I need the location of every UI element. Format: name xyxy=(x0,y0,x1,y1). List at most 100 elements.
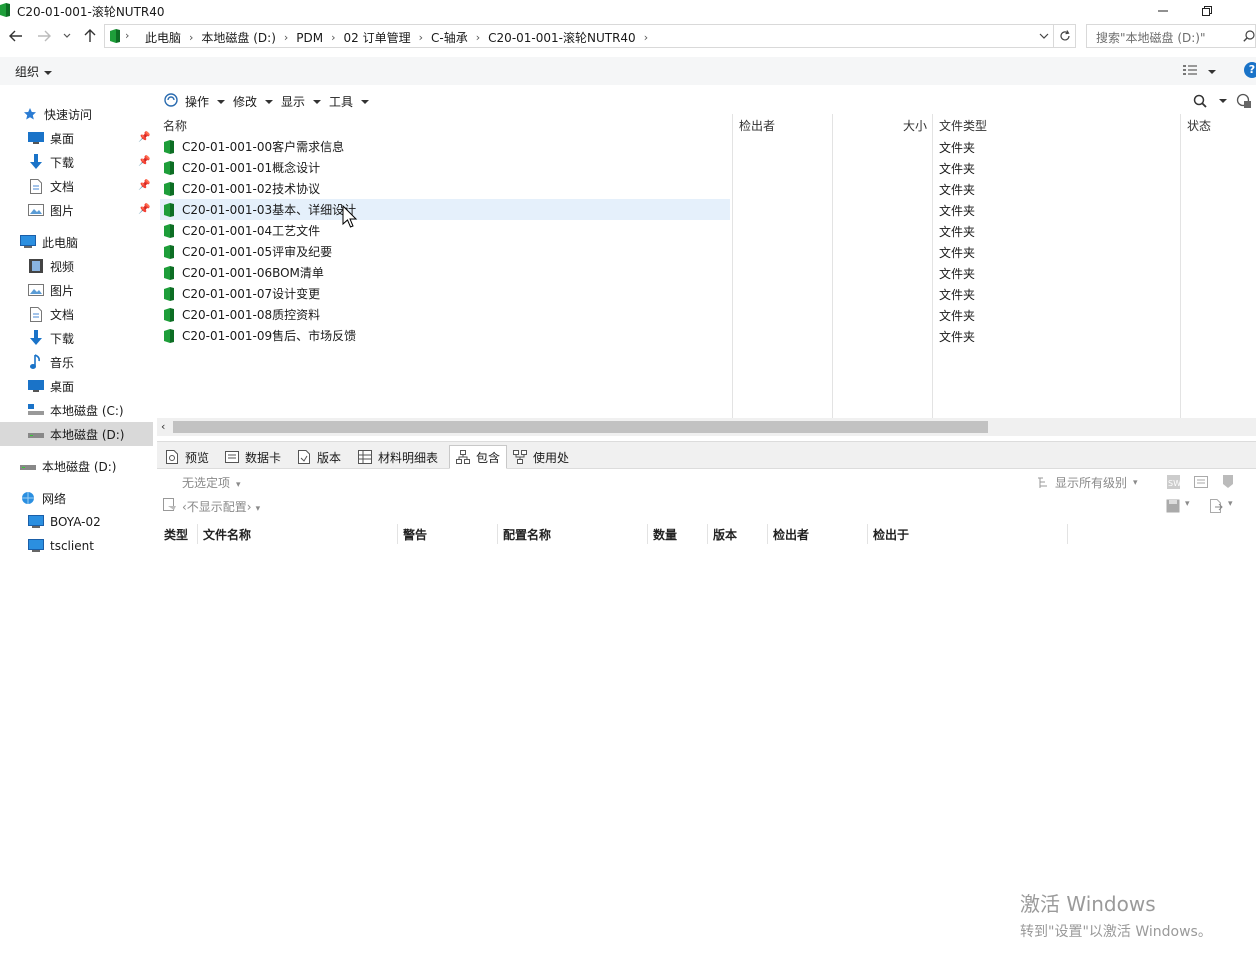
sidebar-item-documents[interactable]: 文档 xyxy=(28,302,74,326)
organize-menu[interactable]: 组织 xyxy=(15,63,53,80)
address-dropdown-button[interactable] xyxy=(1039,33,1049,39)
export-icon[interactable] xyxy=(1209,499,1223,513)
tab-where-used[interactable]: 使用处 xyxy=(507,445,575,469)
column-header-warning[interactable]: 警告 xyxy=(403,526,427,543)
sidebar-item-boya-02[interactable]: BOYA-02 xyxy=(28,510,101,534)
column-header-configuration[interactable]: 配置名称 xyxy=(503,526,551,543)
column-divider[interactable] xyxy=(197,524,198,544)
file-row[interactable]: C20-01-001-08质控资料 xyxy=(160,304,730,325)
pdm-refresh-icon[interactable] xyxy=(164,93,178,107)
column-divider[interactable] xyxy=(867,524,868,544)
menu-display[interactable]: 显示 xyxy=(281,93,322,110)
file-row[interactable]: C20-01-001-06BOM清单 xyxy=(160,262,730,283)
file-row[interactable]: C20-01-001-07设计变更 xyxy=(160,283,730,304)
view-options-button[interactable] xyxy=(1183,64,1201,76)
menu-modify[interactable]: 修改 xyxy=(233,93,274,110)
breadcrumb-item[interactable]: C-轴承 xyxy=(431,29,468,46)
bookmark-icon[interactable] xyxy=(1222,474,1234,490)
sidebar-item-drive-d-root[interactable]: 本地磁盘 (D:) xyxy=(20,454,116,478)
sidebar-item-pictures[interactable]: 图片 xyxy=(28,198,74,222)
sidebar-item-tsclient[interactable]: tsclient xyxy=(28,534,94,558)
column-divider[interactable] xyxy=(932,114,933,418)
restore-button[interactable] xyxy=(1184,0,1230,22)
column-header-file-name[interactable]: 文件名称 xyxy=(203,526,251,543)
configuration-dropdown[interactable]: ‹不显示配置› ▾ xyxy=(182,498,260,515)
selection-dropdown[interactable]: 无选定项 ▾ xyxy=(182,474,241,491)
sidebar-item-drive-d[interactable]: 本地磁盘 (D:) xyxy=(0,422,153,446)
column-divider[interactable] xyxy=(1180,114,1181,418)
sidebar-item-quick-access[interactable]: 快速访问 xyxy=(22,102,92,126)
pin-icon[interactable]: 📌 xyxy=(138,132,150,143)
search-input[interactable]: 搜索"本地磁盘 (D:)" xyxy=(1086,24,1256,48)
sidebar-item-desktop[interactable]: 桌面 xyxy=(28,374,74,398)
column-header-type[interactable]: 类型 xyxy=(164,526,188,543)
navigation-pane[interactable]: 快速访问 桌面 📌 下载 📌 文档 📌 图片 📌 此电脑 视频 图片 文档 下载 xyxy=(0,90,155,966)
file-row[interactable]: C20-01-001-04工艺文件 xyxy=(160,220,730,241)
forward-button[interactable] xyxy=(35,27,53,45)
caret-down-icon[interactable]: ▾ xyxy=(1185,499,1190,509)
pin-icon[interactable]: 📌 xyxy=(138,204,150,215)
column-divider[interactable] xyxy=(767,524,768,544)
menu-operation[interactable]: 操作 xyxy=(185,93,226,110)
column-header-state[interactable]: 状态 xyxy=(1187,117,1211,134)
sidebar-item-pictures[interactable]: 图片 xyxy=(28,278,74,302)
sidebar-item-downloads[interactable]: 下载 xyxy=(28,326,74,350)
file-row[interactable]: C20-01-001-09售后、市场反馈 xyxy=(160,325,730,346)
column-divider[interactable] xyxy=(732,114,733,418)
column-divider[interactable] xyxy=(1067,524,1068,544)
tab-data-card[interactable]: 数据卡 xyxy=(219,445,287,469)
breadcrumb-item[interactable]: 02 订单管理 xyxy=(344,29,411,46)
column-divider[interactable] xyxy=(707,524,708,544)
refresh-button[interactable] xyxy=(1054,24,1076,48)
caret-down-icon[interactable]: ▾ xyxy=(1228,499,1233,509)
caret-down-icon[interactable] xyxy=(1219,99,1227,103)
file-row[interactable]: C20-01-001-01概念设计 xyxy=(160,157,730,178)
column-divider[interactable] xyxy=(832,114,833,418)
pin-icon[interactable]: 📌 xyxy=(138,156,150,167)
horizontal-scrollbar[interactable]: ‹ xyxy=(157,418,1256,436)
column-header-quantity[interactable]: 数量 xyxy=(653,526,677,543)
sidebar-item-drive-c[interactable]: 本地磁盘 (C:) xyxy=(28,398,124,422)
pdm-search-button[interactable] xyxy=(1193,94,1207,108)
column-divider[interactable] xyxy=(397,524,398,544)
file-row[interactable]: C20-01-001-05评审及纪要 xyxy=(160,241,730,262)
column-header-checked-out-by[interactable]: 检出者 xyxy=(739,117,775,134)
column-header-version[interactable]: 版本 xyxy=(713,526,737,543)
sidebar-item-documents[interactable]: 文档 xyxy=(28,174,74,198)
scrollbar-thumb[interactable] xyxy=(173,421,988,433)
column-header-size[interactable]: 大小 xyxy=(903,117,927,134)
address-bar[interactable]: › 此电脑 › 本地磁盘 (D:) › PDM › 02 订单管理 › C-轴承 › C2… xyxy=(104,24,1054,48)
column-divider[interactable] xyxy=(647,524,648,544)
column-divider[interactable] xyxy=(497,524,498,544)
sidebar-item-videos[interactable]: 视频 xyxy=(28,254,74,278)
chevron-left-icon[interactable]: ‹ xyxy=(161,420,165,433)
back-button[interactable] xyxy=(7,27,25,45)
help-icon[interactable]: ? xyxy=(1244,62,1256,78)
breadcrumb-item[interactable]: 此电脑 xyxy=(145,29,181,46)
column-header-checked-out-by[interactable]: 检出者 xyxy=(773,526,809,543)
column-header-file-type[interactable]: 文件类型 xyxy=(939,117,987,134)
tab-bom[interactable]: 材料明细表 xyxy=(352,445,444,469)
vault-view-icon[interactable] xyxy=(1236,93,1252,109)
up-button[interactable] xyxy=(81,27,99,45)
show-levels-dropdown[interactable]: 显示所有级别 ▾ xyxy=(1037,474,1138,491)
recent-locations-button[interactable] xyxy=(60,27,74,45)
caret-down-icon[interactable] xyxy=(1208,70,1216,74)
file-row[interactable]: C20-01-001-00客户需求信息 xyxy=(160,136,730,157)
breadcrumb-item[interactable]: PDM xyxy=(296,31,323,45)
tab-preview[interactable]: 预览 xyxy=(159,445,215,469)
column-header-checked-out-in[interactable]: 检出于 xyxy=(873,526,909,543)
card-view-icon[interactable] xyxy=(1194,475,1208,489)
file-row-hovered[interactable]: C20-01-001-03基本、详细设计 xyxy=(160,199,730,220)
breadcrumb-item[interactable]: 本地磁盘 (D:) xyxy=(201,29,275,46)
save-icon[interactable] xyxy=(1166,499,1180,513)
tab-version[interactable]: 版本 xyxy=(291,445,347,469)
tab-contains[interactable]: 包含 xyxy=(449,445,508,469)
sidebar-item-downloads[interactable]: 下载 xyxy=(28,150,74,174)
sw-file-icon[interactable]: SW xyxy=(1166,474,1182,490)
menu-tools[interactable]: 工具 xyxy=(329,93,370,110)
sidebar-item-this-pc[interactable]: 此电脑 xyxy=(20,230,78,254)
column-header-name[interactable]: 名称 xyxy=(163,117,187,134)
file-row[interactable]: C20-01-001-02技术协议 xyxy=(160,178,730,199)
sidebar-item-desktop[interactable]: 桌面 xyxy=(28,126,74,150)
